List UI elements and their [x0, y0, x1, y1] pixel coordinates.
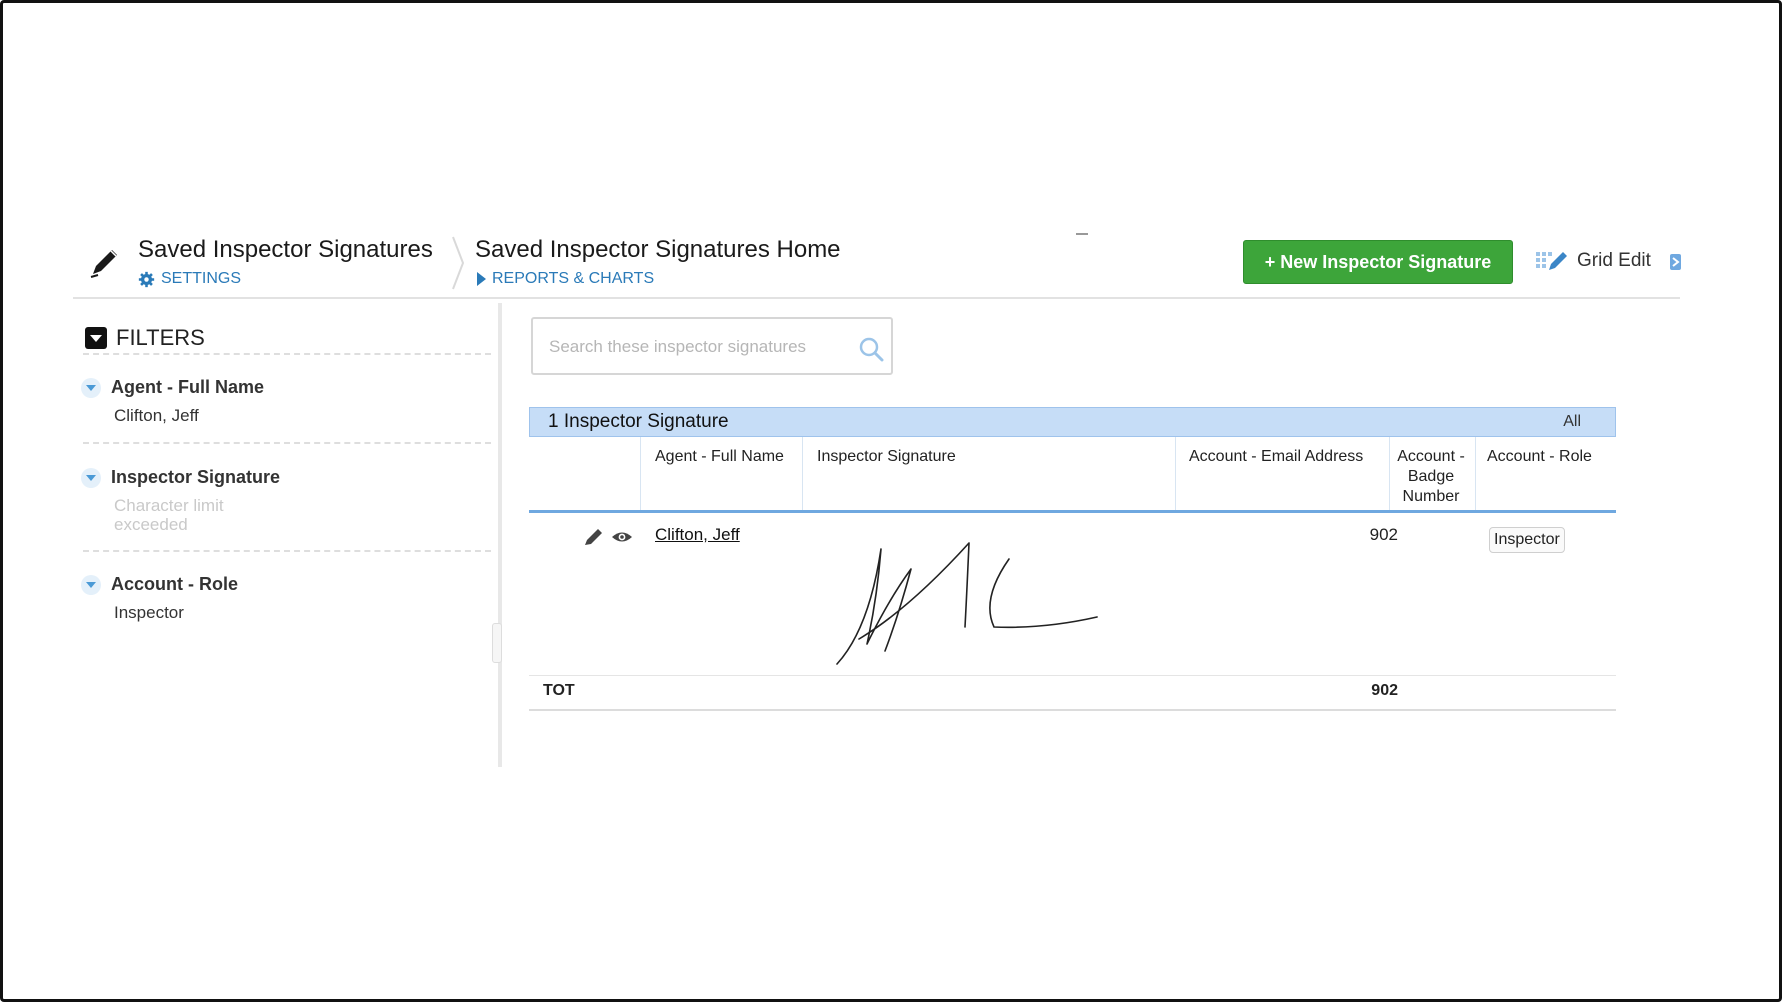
header-divider: [73, 297, 1680, 299]
reports-label: REPORTS & CHARTS: [492, 270, 655, 287]
chevron-down-icon: [81, 467, 101, 488]
filter-value: Inspector: [114, 603, 184, 622]
grid-edit-button[interactable]: Grid Edit: [1535, 249, 1651, 273]
role-tag[interactable]: Inspector: [1489, 527, 1565, 553]
splitter-handle[interactable]: [492, 623, 502, 663]
column-header-badge-number[interactable]: Account - Badge Number: [1391, 447, 1471, 507]
filter-account-role[interactable]: Account - Role Inspector: [81, 574, 491, 622]
settings-label: SETTINGS: [161, 270, 242, 287]
table-summary-bar: 1 Inspector Signature All: [529, 407, 1616, 437]
collapse-toggle-icon: [85, 327, 107, 349]
play-triangle-icon: [477, 272, 486, 286]
totals-row: TOT 902: [529, 676, 1616, 711]
totals-badge-number: 902: [1371, 682, 1398, 699]
new-inspector-signature-button[interactable]: + New Inspector Signature: [1243, 240, 1513, 284]
column-header-email[interactable]: Account - Email Address: [1189, 447, 1363, 467]
grid-edit-label: Grid Edit: [1577, 250, 1651, 271]
agent-name-link[interactable]: Clifton, Jeff: [655, 525, 740, 545]
filter-title: Agent - Full Name: [111, 377, 265, 397]
filters-divider: [83, 550, 491, 552]
page-title: Saved Inspector Signatures Home: [475, 236, 841, 263]
view-eye-icon[interactable]: [611, 527, 633, 547]
filter-agent-full-name[interactable]: Agent - Full Name Clifton, Jeff: [81, 377, 491, 425]
filters-heading-label: FILTERS: [116, 325, 205, 350]
filter-inspector-signature[interactable]: Inspector Signature Character limit exce…: [81, 467, 491, 534]
column-divider: [1475, 437, 1476, 510]
filter-title: Account - Role: [111, 574, 239, 594]
filter-value: Character limit exceeded: [114, 496, 224, 534]
reports-charts-link[interactable]: REPORTS & CHARTS: [477, 270, 654, 288]
column-header-inspector-signature[interactable]: Inspector Signature: [817, 447, 956, 467]
filter-title: Inspector Signature: [111, 467, 281, 487]
grid-edit-icon: [1536, 252, 1567, 270]
search-box[interactable]: [531, 317, 893, 375]
filters-divider: [83, 442, 491, 444]
screenshot-frame: Saved Inspector Signatures SETTINGS Save…: [0, 0, 1782, 1002]
column-header-agent-full-name[interactable]: Agent - Full Name: [655, 447, 784, 467]
breadcrumb-separator: [452, 236, 465, 290]
panel-splitter[interactable]: [498, 303, 502, 767]
table-header: Agent - Full Name Inspector Signature Ac…: [529, 437, 1616, 513]
badge-number: 902: [1369, 525, 1398, 544]
column-divider: [1389, 437, 1390, 510]
column-header-role[interactable]: Account - Role: [1487, 447, 1592, 467]
table-row: Clifton, Jeff 902 Inspector: [529, 513, 1616, 676]
filter-value: Clifton, Jeff: [114, 406, 199, 425]
totals-label: TOT: [543, 682, 575, 699]
gear-icon: [138, 271, 155, 287]
pen-icon: [90, 250, 117, 278]
filters-divider: [83, 353, 491, 355]
chevron-down-icon: [81, 377, 101, 398]
search-icon[interactable]: [858, 336, 884, 362]
column-divider: [640, 437, 641, 510]
app-title: Saved Inspector Signatures: [138, 236, 433, 263]
records-table: 1 Inspector Signature All Agent - Full N…: [529, 407, 1616, 711]
all-link[interactable]: All: [1563, 413, 1581, 431]
settings-link[interactable]: SETTINGS: [138, 270, 241, 288]
divider-mark: [1076, 233, 1088, 235]
filters-heading[interactable]: FILTERS: [85, 325, 205, 351]
record-count: 1 Inspector Signature: [548, 411, 729, 432]
column-divider: [1175, 437, 1176, 510]
search-input[interactable]: [547, 331, 841, 363]
overflow-icon[interactable]: [1670, 252, 1681, 272]
chevron-down-icon: [81, 574, 101, 595]
inspector-signature-image: [836, 542, 1098, 665]
column-divider: [802, 437, 803, 510]
edit-pencil-icon[interactable]: [583, 527, 605, 547]
